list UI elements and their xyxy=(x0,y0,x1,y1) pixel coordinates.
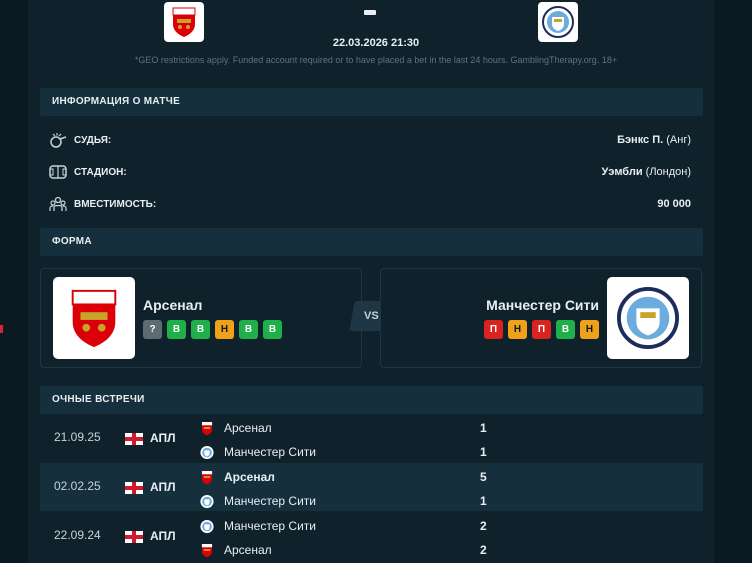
crowd-icon xyxy=(48,195,68,213)
referee-label: СУДЬЯ: xyxy=(74,134,112,146)
referee-row: СУДЬЯ: Бэнкс П. (Анг) xyxy=(48,128,691,152)
h2h-score-1: 1 xyxy=(480,421,487,435)
capacity-label: ВМЕСТИМОСТЬ: xyxy=(74,198,157,210)
team-mini-logo xyxy=(200,420,214,436)
away-form-result: П xyxy=(484,320,503,339)
england-flag-icon xyxy=(125,482,143,494)
h2h-league: АПЛ xyxy=(150,431,176,445)
h2h-row[interactable]: 21.09.25 АПЛ Арсенал Манчестер Сити 1 1 xyxy=(40,414,703,462)
h2h-date: 22.09.24 xyxy=(54,528,101,542)
home-form-card[interactable]: Арсенал ? В В Н В В xyxy=(40,268,362,368)
h2h-team-2-name: Манчестер Сити xyxy=(224,494,316,508)
whistle-icon xyxy=(48,131,68,149)
h2h-date: 02.02.25 xyxy=(54,479,101,493)
home-form-result: Н xyxy=(215,320,234,339)
edge-marker xyxy=(0,325,3,333)
arsenal-crest-icon xyxy=(201,470,213,484)
h2h-team-2[interactable]: Арсенал xyxy=(200,540,272,560)
team-mini-logo xyxy=(200,493,214,509)
h2h-team-2[interactable]: Манчестер Сити xyxy=(200,442,316,462)
stadium-label: СТАДИОН: xyxy=(74,166,127,178)
team-mini-logo xyxy=(200,518,214,534)
arsenal-crest-icon xyxy=(71,289,117,348)
h2h-header: ОЧНЫЕ ВСТРЕЧИ xyxy=(40,386,703,414)
away-form-result: Н xyxy=(508,320,527,339)
away-form-pills: ПНПВН xyxy=(484,320,599,339)
h2h-date: 21.09.25 xyxy=(54,430,101,444)
stadium-icon xyxy=(48,163,68,181)
h2h-team-2-name: Манчестер Сити xyxy=(224,445,316,459)
away-team-logo[interactable] xyxy=(538,2,578,42)
match-info-header: ИНФОРМАЦИЯ О МАТЧЕ xyxy=(40,88,703,116)
capacity-value: 90 000 xyxy=(657,198,691,210)
h2h-team-2[interactable]: Манчестер Сити xyxy=(200,491,316,511)
form-header: ФОРМА xyxy=(40,228,703,256)
home-form-result: ? xyxy=(143,320,162,339)
city-crest-icon xyxy=(200,519,214,533)
england-flag-icon xyxy=(125,531,143,543)
stadium-value: Уэмбли (Лондон) xyxy=(601,166,691,178)
city-crest-icon xyxy=(542,6,574,38)
home-form-result: В xyxy=(239,320,258,339)
home-team-name[interactable]: Арсенал xyxy=(143,297,202,313)
h2h-team-1-name: Арсенал xyxy=(224,421,272,435)
team-mini-logo xyxy=(200,444,214,460)
team-mini-logo xyxy=(200,469,214,485)
city-crest-icon xyxy=(200,445,214,459)
h2h-team-1[interactable]: Манчестер Сити xyxy=(200,516,316,536)
team-mini-logo xyxy=(200,542,214,558)
away-form-card[interactable]: Манчестер Сити ПНПВН xyxy=(380,268,702,368)
home-team-badge[interactable] xyxy=(53,277,135,359)
arsenal-crest-icon xyxy=(172,7,196,37)
referee-value: Бэнкс П. (Анг) xyxy=(617,134,691,146)
home-form-result: В xyxy=(263,320,282,339)
away-team-badge[interactable] xyxy=(607,277,689,359)
h2h-score-2: 2 xyxy=(480,543,487,557)
city-crest-icon xyxy=(200,494,214,508)
arsenal-crest-icon xyxy=(201,421,213,435)
home-form-pills: ? В В Н В В xyxy=(143,320,282,339)
h2h-league: АПЛ xyxy=(150,529,176,543)
h2h-league: АПЛ xyxy=(150,480,176,494)
h2h-team-2-name: Арсенал xyxy=(224,543,272,557)
geo-disclaimer: *GEO restrictions apply. Funded account … xyxy=(134,55,618,65)
match-date-time: 22.03.2026 21:30 xyxy=(332,37,420,49)
h2h-team-1[interactable]: Арсенал xyxy=(200,418,272,438)
away-form-result: П xyxy=(532,320,551,339)
away-form-result: Н xyxy=(580,320,599,339)
h2h-score-2: 1 xyxy=(480,445,487,459)
score-separator xyxy=(364,10,376,15)
h2h-row[interactable]: 02.02.25 АПЛ Арсенал Манчестер Сити 5 1 xyxy=(40,463,703,511)
away-form-result: В xyxy=(556,320,575,339)
h2h-team-1-name: Манчестер Сити xyxy=(224,519,316,533)
away-team-name[interactable]: Манчестер Сити xyxy=(486,297,599,313)
h2h-row[interactable]: 22.09.24 АПЛ Манчестер Сити Арсенал 2 2 xyxy=(40,512,703,560)
arsenal-crest-icon xyxy=(201,543,213,557)
england-flag-icon xyxy=(125,433,143,445)
h2h-team-1-name: Арсенал xyxy=(224,470,275,484)
home-team-logo[interactable] xyxy=(164,2,204,42)
stadium-row: СТАДИОН: Уэмбли (Лондон) xyxy=(48,160,691,184)
h2h-score-1: 5 xyxy=(480,470,487,484)
home-form-result: В xyxy=(167,320,186,339)
city-crest-icon xyxy=(617,287,679,349)
capacity-row: ВМЕСТИМОСТЬ: 90 000 xyxy=(48,192,691,216)
h2h-team-1[interactable]: Арсенал xyxy=(200,467,275,487)
home-form-result: В xyxy=(191,320,210,339)
h2h-score-1: 2 xyxy=(480,519,487,533)
h2h-score-2: 1 xyxy=(480,494,487,508)
